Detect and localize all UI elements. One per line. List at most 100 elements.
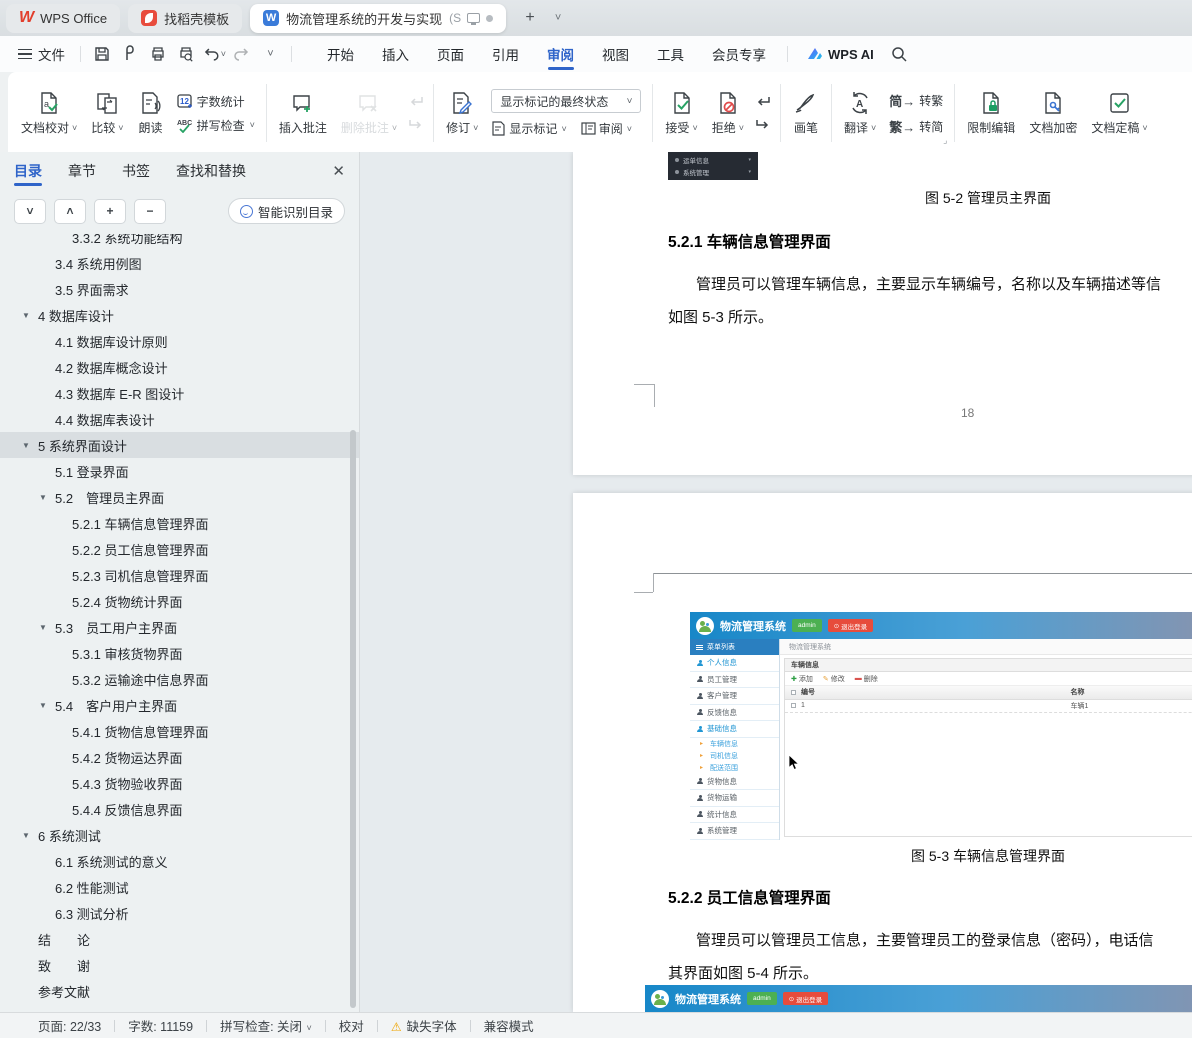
toc-item[interactable]: 5.4.3 货物验收界面 bbox=[0, 770, 359, 796]
wps-ai-button[interactable]: WPS AI bbox=[807, 47, 874, 62]
menu-tab[interactable]: 开始 bbox=[313, 36, 368, 72]
menu-tab[interactable]: 审阅 bbox=[533, 36, 588, 72]
toc-item[interactable]: 5.2.4 货物统计界面 bbox=[0, 588, 359, 614]
document-page-19[interactable]: 物流管理系统 admin ⊙ 退出登录 菜单列表 个人信息 员工管理 客户管理 … bbox=[573, 493, 1192, 1012]
undo-dropdown-icon[interactable]: ˅ bbox=[221, 49, 226, 59]
new-tab-button[interactable]: + bbox=[518, 6, 542, 30]
reject-revision-button[interactable]: 拒绝 ˅ bbox=[705, 88, 751, 138]
word-count-button[interactable]: 12 字数统计 bbox=[176, 93, 255, 110]
close-panel-icon[interactable]: ✕ bbox=[332, 162, 345, 180]
traditional-to-simplified-button[interactable]: 繁→ 转简 bbox=[889, 117, 943, 136]
toc-item[interactable]: 6.3 测试分析 bbox=[0, 900, 359, 926]
smart-toc-button[interactable]: 智能识别目录 bbox=[227, 198, 345, 224]
review-pane-button[interactable]: 审阅 ˅ bbox=[581, 120, 632, 137]
toc-item[interactable]: 4.3 数据库 E-R 图设计 bbox=[0, 380, 359, 406]
page-indicator[interactable]: 页面: 22/33 bbox=[38, 1016, 101, 1035]
toc-item[interactable]: 5.2.2 员工信息管理界面 bbox=[0, 536, 359, 562]
toc-item[interactable]: 5.1 登录界面 bbox=[0, 458, 359, 484]
save-button[interactable] bbox=[90, 42, 114, 66]
delete-comment-button[interactable]: 删除批注 ˅ bbox=[334, 88, 404, 138]
proofread-button[interactable]: 校对 bbox=[339, 1016, 364, 1035]
document-area[interactable]: 运单信息 ▾ 系统管理 ▾ 图 5-2 管理员主界面 5.2.1 车辆信息管理界… bbox=[360, 152, 1192, 1012]
expand-arrow-icon[interactable]: ▼ bbox=[22, 831, 38, 840]
expand-arrow-icon[interactable]: ▼ bbox=[39, 493, 55, 502]
menu-tab[interactable]: 会员专享 bbox=[698, 36, 780, 72]
encrypt-document-button[interactable]: 文档加密 bbox=[1022, 88, 1084, 138]
restrict-editing-button[interactable]: 限制编辑 bbox=[960, 88, 1022, 138]
menu-tab[interactable]: 视图 bbox=[588, 36, 643, 72]
finalize-document-button[interactable]: 文档定稿 ˅ bbox=[1084, 88, 1154, 138]
toc-item[interactable]: 结 论 bbox=[0, 926, 359, 952]
toc-item[interactable]: 3.4 系统用例图 bbox=[0, 250, 359, 276]
toc-item[interactable]: 参考文献 bbox=[0, 978, 359, 1004]
toc-item[interactable]: 4.4 数据库表设计 bbox=[0, 406, 359, 432]
toc-item[interactable]: ▼ 5.2 管理员主界面 bbox=[0, 484, 359, 510]
expand-arrow-icon[interactable]: ▼ bbox=[39, 701, 55, 710]
toc-next-button[interactable]: ˅ bbox=[14, 198, 46, 224]
accept-revision-button[interactable]: 接受 ˅ bbox=[658, 88, 704, 138]
markup-state-select[interactable]: 显示标记的最终状态 ˅ bbox=[491, 89, 642, 113]
show-markup-button[interactable]: 显示标记 ˅ bbox=[491, 120, 567, 137]
menu-tab[interactable]: 引用 bbox=[478, 36, 533, 72]
menu-tab[interactable]: 工具 bbox=[643, 36, 698, 72]
file-menu-button[interactable]: 文件 bbox=[10, 44, 73, 64]
toc-item[interactable]: 5.3.1 审核货物界面 bbox=[0, 640, 359, 666]
toc-item[interactable]: 5.4.4 反馈信息界面 bbox=[0, 796, 359, 822]
toc-item[interactable]: ▼ 5.3 员工用户主界面 bbox=[0, 614, 359, 640]
previous-comment-icon[interactable] bbox=[408, 95, 424, 108]
spell-check-button[interactable]: ABC 拼写检查 ˅ bbox=[177, 117, 255, 134]
toc-item[interactable]: 5.2.3 司机信息管理界面 bbox=[0, 562, 359, 588]
toc-item[interactable]: 5.4.2 货物运达界面 bbox=[0, 744, 359, 770]
document-page-18[interactable]: 运单信息 ▾ 系统管理 ▾ 图 5-2 管理员主界面 5.2.1 车辆信息管理界… bbox=[573, 152, 1192, 475]
panel-tab-bookmarks[interactable]: 书签 bbox=[122, 152, 150, 190]
panel-tab-find-replace[interactable]: 查找和替换 bbox=[176, 152, 246, 190]
toc-item[interactable]: 6.1 系统测试的意义 bbox=[0, 848, 359, 874]
insert-comment-button[interactable]: 插入批注 bbox=[272, 88, 334, 138]
print-button[interactable] bbox=[146, 42, 170, 66]
print-preview-button[interactable] bbox=[174, 42, 198, 66]
doc-proof-button[interactable]: a 文档校对 ˅ bbox=[14, 88, 84, 138]
toc-expand-button[interactable]: + bbox=[94, 198, 126, 224]
tab-wps-office[interactable]: W WPS Office bbox=[6, 3, 121, 33]
expand-arrow-icon[interactable]: ▼ bbox=[22, 311, 38, 320]
menu-tab[interactable]: 插入 bbox=[368, 36, 423, 72]
toc-item[interactable]: 3.5 界面需求 bbox=[0, 276, 359, 302]
toc-item[interactable]: 6.2 性能测试 bbox=[0, 874, 359, 900]
toc-item[interactable]: 4.1 数据库设计原则 bbox=[0, 328, 359, 354]
quick-access-more-button[interactable]: ˅ bbox=[258, 42, 282, 66]
toc-item[interactable]: 5.2.1 车辆信息管理界面 bbox=[0, 510, 359, 536]
next-comment-icon[interactable] bbox=[408, 118, 424, 131]
tab-docer-template[interactable]: 找稻壳模板 bbox=[128, 3, 243, 33]
panel-tab-toc[interactable]: 目录 bbox=[14, 152, 42, 190]
previous-revision-icon[interactable] bbox=[755, 95, 771, 108]
toc-item[interactable]: ▼ 6 系统测试 bbox=[0, 822, 359, 848]
toc-item[interactable]: ▼ 5.4 客户用户主界面 bbox=[0, 692, 359, 718]
word-count-indicator[interactable]: 字数: 11159 bbox=[128, 1016, 193, 1035]
undo-button[interactable]: ˅ bbox=[202, 42, 226, 66]
export-pdf-button[interactable] bbox=[118, 42, 142, 66]
simplified-to-traditional-button[interactable]: 简→ 转繁 bbox=[889, 91, 943, 110]
expand-arrow-icon[interactable]: ▼ bbox=[22, 441, 38, 450]
redo-button[interactable] bbox=[230, 42, 254, 66]
toc-item[interactable]: ▼ 5 系统界面设计 bbox=[0, 432, 359, 458]
toc-collapse-button[interactable]: − bbox=[134, 198, 166, 224]
spellcheck-indicator[interactable]: 拼写检查: 关闭 ˅ bbox=[220, 1016, 312, 1035]
menu-tab[interactable]: 页面 bbox=[423, 36, 478, 72]
tab-list-button[interactable]: ˅ bbox=[546, 6, 570, 30]
expand-arrow-icon[interactable]: ▼ bbox=[39, 623, 55, 632]
compare-button[interactable]: 比较 ˅ bbox=[84, 88, 130, 138]
toc-item[interactable]: 致 谢 bbox=[0, 952, 359, 978]
pen-button[interactable]: 画笔 bbox=[786, 88, 826, 138]
next-revision-icon[interactable] bbox=[755, 118, 771, 131]
tab-document-active[interactable]: W 物流管理系统的开发与实现 (S bbox=[250, 3, 507, 33]
toc-item[interactable]: ▼ 4 数据库设计 bbox=[0, 302, 359, 328]
search-button[interactable] bbox=[888, 42, 912, 66]
toc-item[interactable]: 5.4.1 货物信息管理界面 bbox=[0, 718, 359, 744]
read-aloud-button[interactable]: 朗读 bbox=[131, 88, 171, 138]
toc-item[interactable]: 5.3.2 运输途中信息界面 bbox=[0, 666, 359, 692]
missing-font-warning[interactable]: ⚠ 缺失字体 bbox=[391, 1016, 457, 1035]
panel-tab-chapters[interactable]: 章节 bbox=[68, 152, 96, 190]
compat-mode-indicator[interactable]: 兼容模式 bbox=[484, 1016, 534, 1035]
toc-item[interactable]: 4.2 数据库概念设计 bbox=[0, 354, 359, 380]
translate-button[interactable]: A 翻译 ˅ bbox=[837, 88, 883, 138]
